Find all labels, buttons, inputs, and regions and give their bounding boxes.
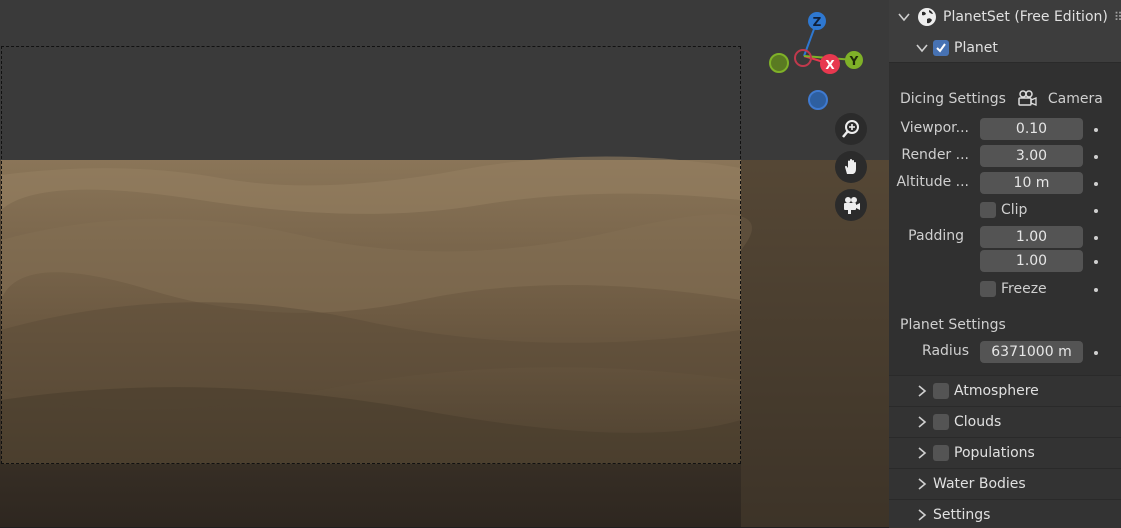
water-bodies-section[interactable]: Water Bodies: [889, 468, 1121, 500]
gizmo-neg-z-handle[interactable]: [808, 90, 828, 110]
freeze-row[interactable]: Freeze: [980, 279, 1047, 299]
planet-subpanel-header[interactable]: Planet: [915, 37, 998, 59]
clip-checkbox[interactable]: [980, 202, 996, 218]
camera-icon[interactable]: [1016, 89, 1038, 109]
navigation-gizmo[interactable]: Z Y X: [760, 8, 870, 118]
atmosphere-section[interactable]: Atmosphere: [889, 375, 1121, 407]
clouds-section[interactable]: Clouds: [889, 406, 1121, 438]
padding-label: Padding: [908, 228, 964, 244]
zoom-icon: [842, 120, 859, 138]
keyframe-dot[interactable]: [1094, 260, 1098, 264]
populations-label: Populations: [954, 445, 1035, 461]
radius-field[interactable]: 6371000 m: [980, 341, 1083, 363]
render-field-label: Render ...: [901, 147, 969, 163]
render-dicing-field[interactable]: 3.00: [980, 145, 1083, 167]
gizmo-x-label: X: [825, 58, 835, 72]
atmosphere-checkbox[interactable]: [933, 383, 949, 399]
freeze-label: Freeze: [1001, 281, 1047, 297]
freeze-checkbox[interactable]: [980, 281, 996, 297]
3d-viewport[interactable]: Z Y X: [0, 0, 889, 527]
keyframe-dot[interactable]: [1094, 351, 1098, 355]
gizmo-z-label: Z: [813, 15, 822, 29]
clip-row[interactable]: Clip: [980, 200, 1027, 220]
gizmo-y-label: Y: [849, 54, 859, 68]
chevron-right-icon: [915, 477, 929, 491]
checkmark-icon: [936, 43, 946, 53]
dicing-camera-label: Camera: [1047, 91, 1103, 107]
keyframe-dot[interactable]: [1094, 128, 1098, 132]
chevron-down-icon: [897, 10, 911, 24]
movie-camera-icon: [844, 197, 860, 214]
clip-label: Clip: [1001, 202, 1028, 218]
populations-checkbox[interactable]: [933, 445, 949, 461]
panel-title: PlanetSet (Free Edition): [943, 9, 1108, 25]
padding-field-2[interactable]: 1.00: [980, 250, 1083, 272]
viewport-field-label: Viewpor...: [900, 120, 970, 136]
dicing-settings-row: Dicing Settings Camera: [900, 88, 1103, 110]
keyframe-dot[interactable]: [1094, 209, 1098, 213]
radius-label: Radius: [922, 343, 969, 359]
planet-checkbox[interactable]: [933, 40, 949, 56]
chevron-right-icon: [915, 415, 929, 429]
properties-panel: PlanetSet (Free Edition) ⠿⠿ Planet Dicin…: [889, 0, 1121, 528]
planet-settings-title: Planet Settings: [900, 317, 1006, 333]
water-bodies-label: Water Bodies: [933, 476, 1026, 492]
padding-field-1[interactable]: 1.00: [980, 226, 1083, 248]
planet-label: Planet: [954, 40, 998, 56]
settings-label: Settings: [933, 507, 991, 523]
chevron-down-icon: [915, 41, 929, 55]
hand-icon: [845, 159, 856, 174]
dicing-settings-title: Dicing Settings: [900, 91, 1006, 107]
globe-icon: [918, 8, 936, 26]
populations-section[interactable]: Populations: [889, 437, 1121, 469]
altitude-field-label: Altitude ...: [896, 174, 969, 190]
keyframe-dot[interactable]: [1094, 182, 1098, 186]
camera-frame: [1, 46, 741, 464]
chevron-right-icon: [915, 508, 929, 522]
keyframe-dot[interactable]: [1094, 155, 1098, 159]
zoom-button[interactable]: [835, 113, 867, 145]
planetset-header[interactable]: PlanetSet (Free Edition) ⠿⠿: [897, 6, 1121, 28]
clouds-checkbox[interactable]: [933, 414, 949, 430]
viewport-dicing-field[interactable]: 0.10: [980, 118, 1083, 140]
chevron-right-icon: [915, 446, 929, 460]
gizmo-neg-y-handle[interactable]: [769, 53, 789, 73]
keyframe-dot[interactable]: [1094, 236, 1098, 240]
planet-settings-row: Planet Settings: [900, 315, 1006, 335]
settings-section[interactable]: Settings: [889, 499, 1121, 528]
keyframe-dot[interactable]: [1094, 288, 1098, 292]
drag-handle-icon[interactable]: ⠿⠿: [1114, 10, 1121, 24]
altitude-field[interactable]: 10 m: [980, 172, 1083, 194]
pan-button[interactable]: [835, 151, 867, 183]
clouds-label: Clouds: [954, 414, 1002, 430]
chevron-right-icon: [915, 384, 929, 398]
camera-view-button[interactable]: [835, 189, 867, 221]
atmosphere-label: Atmosphere: [954, 383, 1039, 399]
